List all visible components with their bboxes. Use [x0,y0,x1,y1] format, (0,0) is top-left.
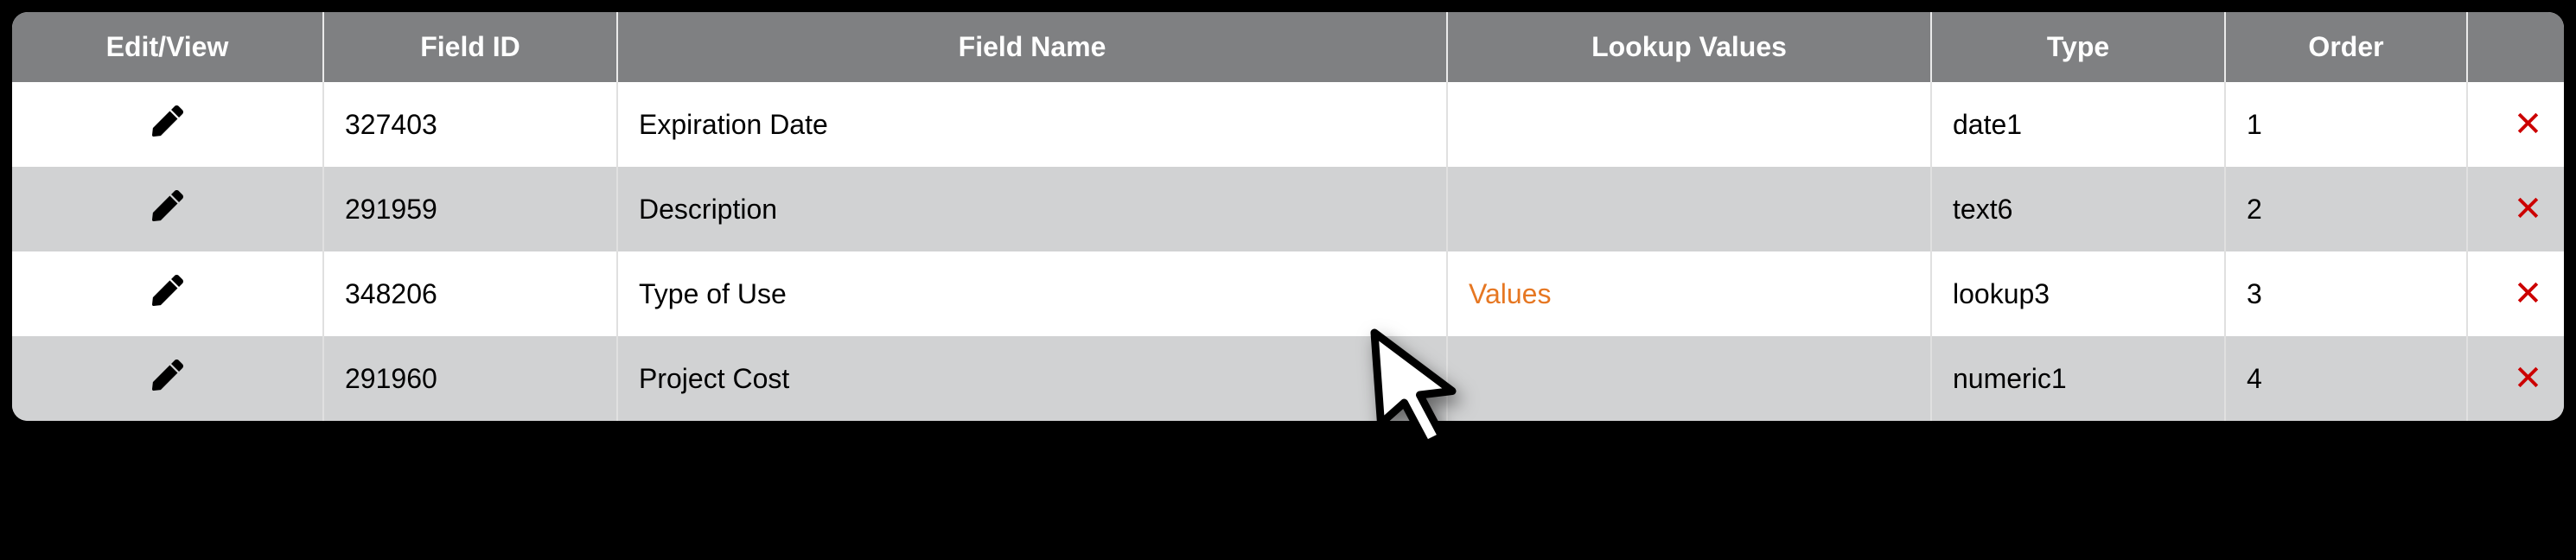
cell-edit [12,336,323,421]
header-field-name: Field Name [617,12,1447,82]
pencil-icon [152,360,183,391]
cell-field-id: 348206 [323,251,617,336]
close-icon: ✕ [2514,361,2543,396]
edit-button[interactable] [152,105,183,137]
table-header-row: Edit/View Field ID Field Name Lookup Val… [12,12,2564,82]
cell-field-id: 291960 [323,336,617,421]
lookup-values-link[interactable]: Values [1469,278,1551,309]
cell-delete: ✕ [2467,82,2564,167]
cell-field-name: Type of Use [617,251,1447,336]
cell-delete: ✕ [2467,167,2564,251]
table-row: 327403Expiration Date date11 ✕ [12,82,2564,167]
cell-lookup [1447,167,1931,251]
cell-order: 4 [2225,336,2467,421]
cell-lookup [1447,336,1931,421]
pencil-icon [152,190,183,221]
cell-lookup: Values [1447,251,1931,336]
header-type: Type [1931,12,2225,82]
cell-order: 3 [2225,251,2467,336]
cell-field-id: 291959 [323,167,617,251]
cell-type: lookup3 [1931,251,2225,336]
delete-button[interactable]: ✕ [2514,361,2543,396]
cell-type: numeric1 [1931,336,2225,421]
cell-field-name: Description [617,167,1447,251]
close-icon: ✕ [2514,107,2543,142]
edit-button[interactable] [152,190,183,221]
table-row: 291960Project Cost numeric14 ✕ [12,336,2564,421]
delete-button[interactable]: ✕ [2514,277,2543,311]
pencil-icon [152,275,183,306]
header-edit: Edit/View [12,12,323,82]
cell-order: 2 [2225,167,2467,251]
table-row: 348206Type of Use Values lookup33 ✕ [12,251,2564,336]
cell-type: text6 [1931,167,2225,251]
close-icon: ✕ [2514,192,2543,226]
edit-button[interactable] [152,360,183,391]
header-order: Order [2225,12,2467,82]
delete-button[interactable]: ✕ [2514,192,2543,226]
header-delete [2467,12,2564,82]
cell-order: 1 [2225,82,2467,167]
cell-edit [12,167,323,251]
table-row: 291959Description text62 ✕ [12,167,2564,251]
cell-edit [12,251,323,336]
cell-type: date1 [1931,82,2225,167]
cell-field-name: Project Cost [617,336,1447,421]
cell-edit [12,82,323,167]
cell-field-id: 327403 [323,82,617,167]
cell-field-name: Expiration Date [617,82,1447,167]
header-lookup: Lookup Values [1447,12,1931,82]
cell-delete: ✕ [2467,251,2564,336]
fields-table: Edit/View Field ID Field Name Lookup Val… [12,12,2564,421]
delete-button[interactable]: ✕ [2514,107,2543,142]
edit-button[interactable] [152,275,183,306]
cell-delete: ✕ [2467,336,2564,421]
fields-table-container: Edit/View Field ID Field Name Lookup Val… [12,12,2564,421]
cell-lookup [1447,82,1931,167]
header-field-id: Field ID [323,12,617,82]
pencil-icon [152,105,183,137]
close-icon: ✕ [2514,277,2543,311]
